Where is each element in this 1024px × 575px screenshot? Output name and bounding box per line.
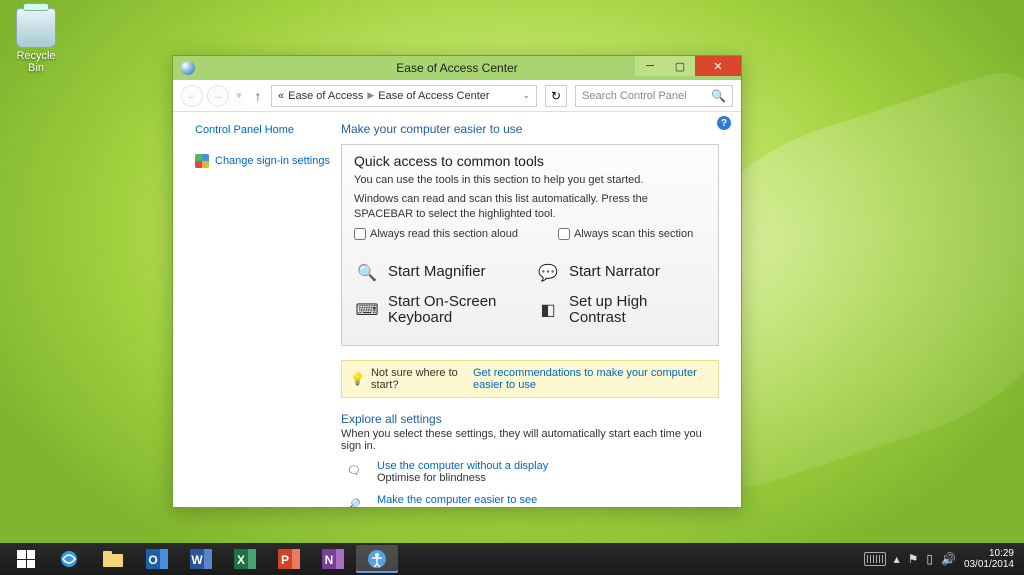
hint-text: Not sure where to start? bbox=[371, 367, 467, 391]
svg-text:X: X bbox=[237, 553, 245, 567]
taskbar-onenote[interactable]: N bbox=[312, 545, 354, 573]
control-panel-icon bbox=[181, 61, 195, 75]
quick-access-panel: Quick access to common tools You can use… bbox=[341, 144, 719, 346]
always-scan-checkbox[interactable]: Always scan this section bbox=[558, 228, 693, 240]
start-magnifier-link[interactable]: 🔍 Start Magnifier bbox=[356, 262, 523, 284]
start-button[interactable] bbox=[6, 545, 46, 573]
minimize-button[interactable]: ─ bbox=[635, 56, 665, 76]
taskbar: O W X P N ▴ ⚑ ▯ 🔊 10:29 03/01/2014 bbox=[0, 543, 1024, 575]
start-osk-link[interactable]: ⌨ Start On-Screen Keyboard bbox=[356, 294, 523, 327]
network-icon[interactable]: ▯ bbox=[926, 552, 933, 566]
keyboard-icon: ⌨ bbox=[356, 299, 378, 321]
taskbar-powerpoint[interactable]: P bbox=[268, 545, 310, 573]
svg-text:W: W bbox=[191, 553, 203, 567]
recommendations-link[interactable]: Get recommendations to make your compute… bbox=[473, 367, 710, 391]
svg-text:O: O bbox=[148, 553, 157, 567]
refresh-button[interactable]: ↻ bbox=[545, 85, 567, 107]
recommendation-hint: 💡 Not sure where to start? Get recommend… bbox=[341, 360, 719, 398]
back-button[interactable]: ← bbox=[181, 85, 203, 107]
quick-access-desc1: You can use the tools in this section to… bbox=[354, 173, 706, 188]
taskbar-word[interactable]: W bbox=[180, 545, 222, 573]
taskbar-ie[interactable] bbox=[48, 545, 90, 573]
search-icon: 🔍 bbox=[711, 89, 726, 103]
explore-heading: Explore all settings bbox=[341, 412, 719, 426]
up-button[interactable]: ↑ bbox=[249, 88, 267, 104]
easier-see-icon: 🔎 bbox=[341, 494, 367, 507]
svg-text:N: N bbox=[325, 553, 334, 567]
taskbar-excel[interactable]: X bbox=[224, 545, 266, 573]
setting-link[interactable]: Make the computer easier to see bbox=[377, 494, 537, 506]
contrast-icon: ◧ bbox=[537, 299, 559, 321]
recycle-bin-icon[interactable]: Recycle Bin bbox=[10, 8, 62, 74]
setting-row-easier-see: 🔎 Make the computer easier to see Optimi… bbox=[341, 494, 719, 507]
narrator-icon: 💬 bbox=[537, 262, 559, 284]
system-tray: ▴ ⚑ ▯ 🔊 10:29 03/01/2014 bbox=[864, 548, 1018, 571]
control-panel-home-link[interactable]: Control Panel Home bbox=[195, 124, 333, 136]
change-signin-settings-link[interactable]: Change sign-in settings bbox=[215, 155, 330, 167]
always-read-checkbox[interactable]: Always read this section aloud bbox=[354, 228, 518, 240]
search-placeholder: Search Control Panel bbox=[582, 90, 687, 102]
navigation-bar: ← → ▾ ↑ « Ease of Access ▶ Ease of Acces… bbox=[173, 80, 741, 112]
sidebar: Control Panel Home Change sign-in settin… bbox=[173, 112, 341, 507]
explore-subtext: When you select these settings, they wil… bbox=[341, 428, 719, 452]
setting-desc: Optimise for blindness bbox=[377, 472, 548, 484]
clock-date: 03/01/2014 bbox=[964, 559, 1014, 571]
setting-desc: Optimise visual display bbox=[377, 506, 537, 507]
high-contrast-link[interactable]: ◧ Set up High Contrast bbox=[537, 294, 704, 327]
quick-access-desc2: Windows can read and scan this list auto… bbox=[354, 192, 706, 222]
explore-section: Explore all settings When you select the… bbox=[341, 412, 719, 507]
shield-icon bbox=[195, 154, 209, 168]
flag-icon[interactable]: ⚑ bbox=[908, 552, 919, 566]
help-icon[interactable]: ? bbox=[717, 116, 731, 130]
titlebar[interactable]: Ease of Access Center ─ ▢ ✕ bbox=[173, 56, 741, 80]
search-input[interactable]: Search Control Panel 🔍 bbox=[575, 85, 733, 107]
no-display-icon: 🗨 bbox=[341, 460, 367, 482]
maximize-button[interactable]: ▢ bbox=[665, 56, 695, 76]
breadcrumb-level2[interactable]: Ease of Access Center bbox=[378, 90, 489, 102]
content-area: ? Make your computer easier to use Quick… bbox=[341, 112, 741, 507]
lightbulb-icon: 💡 bbox=[350, 372, 365, 386]
volume-icon[interactable]: 🔊 bbox=[941, 552, 956, 566]
setting-row-no-display: 🗨 Use the computer without a display Opt… bbox=[341, 460, 719, 484]
ease-of-access-window: Ease of Access Center ─ ▢ ✕ ← → ▾ ↑ « Ea… bbox=[172, 55, 742, 508]
breadcrumb-level1[interactable]: Ease of Access bbox=[288, 90, 363, 102]
recycle-bin-label: Recycle Bin bbox=[10, 50, 62, 74]
address-bar[interactable]: « Ease of Access ▶ Ease of Access Center… bbox=[271, 85, 537, 107]
clock-time: 10:29 bbox=[964, 548, 1014, 560]
close-button[interactable]: ✕ bbox=[695, 56, 741, 76]
chevron-right-icon: ▶ bbox=[367, 90, 374, 101]
page-heading: Make your computer easier to use bbox=[341, 122, 719, 136]
taskbar-ease-of-access[interactable] bbox=[356, 545, 398, 573]
magnifier-icon: 🔍 bbox=[356, 262, 378, 284]
taskbar-outlook[interactable]: O bbox=[136, 545, 178, 573]
desktop: Recycle Bin Ease of Access Center ─ ▢ ✕ … bbox=[0, 0, 1024, 575]
setting-link[interactable]: Use the computer without a display bbox=[377, 460, 548, 472]
history-dropdown[interactable]: ▾ bbox=[233, 85, 245, 107]
breadcrumb-ring: « bbox=[278, 90, 284, 102]
taskbar-explorer[interactable] bbox=[92, 545, 134, 573]
quick-access-title: Quick access to common tools bbox=[354, 153, 706, 169]
tray-overflow-icon[interactable]: ▴ bbox=[894, 552, 900, 566]
clock[interactable]: 10:29 03/01/2014 bbox=[964, 548, 1018, 571]
forward-button[interactable]: → bbox=[207, 85, 229, 107]
svg-text:P: P bbox=[281, 553, 289, 567]
touch-keyboard-icon[interactable] bbox=[864, 552, 886, 566]
start-narrator-link[interactable]: 💬 Start Narrator bbox=[537, 262, 704, 284]
address-dropdown[interactable]: ⌄ bbox=[522, 90, 530, 101]
